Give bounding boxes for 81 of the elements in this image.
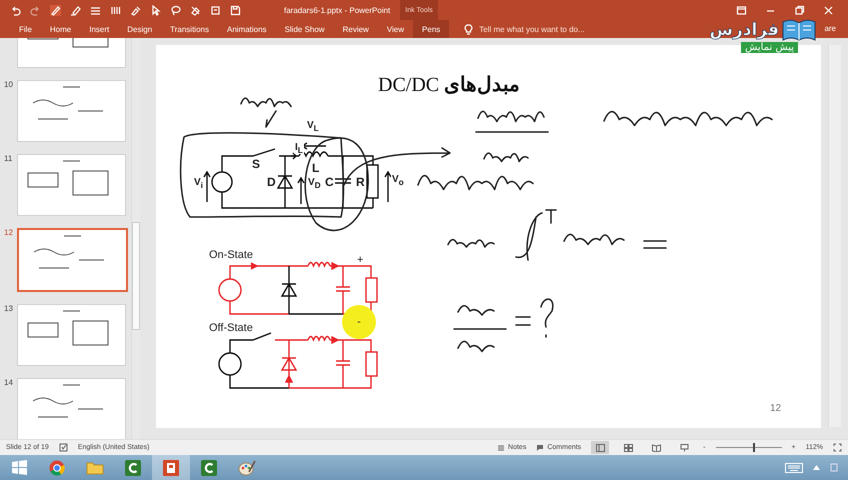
line-weight-icon[interactable] xyxy=(90,4,101,16)
circuit-label: V$_{L}$ xyxy=(306,121,320,132)
eraser-icon[interactable] xyxy=(190,4,201,16)
ribbon-tab[interactable]: Slide Show xyxy=(276,20,334,38)
close-icon[interactable] xyxy=(823,4,834,16)
ribbon-tab[interactable]: View xyxy=(378,20,414,38)
windows-logo-icon xyxy=(12,460,26,475)
circuit-label: V$_{o}$ xyxy=(391,175,405,186)
normal-view-icon xyxy=(596,444,605,452)
ribbon-tab[interactable]: Home xyxy=(40,20,80,38)
slide-thumbnail[interactable] xyxy=(17,80,126,142)
slide-number: 12 xyxy=(770,403,782,414)
ribbon-tab[interactable]: File xyxy=(10,20,41,38)
paint-palette-icon xyxy=(238,460,256,476)
circuit-label: R xyxy=(355,176,366,188)
ribbon-tab[interactable]: Review xyxy=(334,20,378,38)
circuit-label: D xyxy=(266,176,277,188)
polarity-sign: - xyxy=(357,316,361,328)
lasso-icon[interactable] xyxy=(170,4,181,16)
circuit-label: S xyxy=(251,158,262,170)
normal-view-button[interactable] xyxy=(591,441,610,454)
handwritten-equals-drawing xyxy=(643,240,667,249)
circuit-label: C xyxy=(324,176,335,188)
slide-number: 11 xyxy=(4,154,14,163)
share-label[interactable]: are xyxy=(824,24,836,33)
circuit-label: V$_{D}$ xyxy=(307,178,322,190)
brand-logo-text: فرادرس xyxy=(709,20,779,40)
scrollbar[interactable] xyxy=(131,38,140,439)
keyboard-icon[interactable] xyxy=(785,462,803,472)
recorder-icon xyxy=(201,460,217,476)
ink-color-icon[interactable] xyxy=(130,4,141,16)
circuit-label: L xyxy=(311,162,320,174)
browser-icon xyxy=(49,460,65,476)
recorder-icon xyxy=(125,460,141,476)
grid-icon xyxy=(624,444,633,452)
ribbon-tab[interactable]: Insert xyxy=(80,20,118,38)
pen-icon[interactable] xyxy=(50,4,61,16)
preview-badge: پیش نمایش xyxy=(741,42,798,53)
fit-to-window-icon[interactable] xyxy=(833,443,842,452)
handwritten-integral-drawing xyxy=(515,209,557,261)
state-label: On-State xyxy=(209,249,254,262)
slide-number: 14 xyxy=(4,378,14,387)
handwritten-note-drawing xyxy=(240,97,292,128)
comment-icon xyxy=(536,444,544,452)
circuit-label: V$_{i}$ xyxy=(193,178,204,190)
ribbon-display-icon[interactable] xyxy=(736,4,747,16)
presentation-app-icon xyxy=(163,460,179,476)
tell-me-field[interactable]: Tell me what you want to do... xyxy=(477,24,652,34)
book-logo-icon xyxy=(782,18,816,42)
highlighter-icon[interactable] xyxy=(70,4,81,16)
state-label: Off-State xyxy=(209,322,253,336)
handwritten-note-drawing xyxy=(447,238,495,248)
handwritten-note-drawing xyxy=(563,234,625,246)
window-title: faradars6-1.pptx - PowerPoint xyxy=(284,6,390,14)
ribbon-tab[interactable]: Transitions xyxy=(161,20,218,38)
slide-number: 13 xyxy=(4,304,14,313)
save-icon[interactable] xyxy=(230,4,241,16)
ribbon-tab[interactable]: Pens xyxy=(413,20,450,38)
slide-thumbnail[interactable] xyxy=(17,304,126,366)
undo-icon[interactable] xyxy=(10,4,21,16)
polarity-sign: + xyxy=(357,254,364,268)
ribbon-tab[interactable]: Animations xyxy=(218,20,276,38)
folder-icon xyxy=(86,460,104,475)
circuit-label: I$_{L}$ xyxy=(294,143,304,154)
slide-number: 12 xyxy=(4,228,14,237)
caret-icon[interactable] xyxy=(813,465,820,470)
spellcheck-icon[interactable] xyxy=(58,443,68,452)
slide-number: 10 xyxy=(4,80,14,89)
select-pointer-icon[interactable] xyxy=(150,4,161,16)
notes-icon xyxy=(497,444,506,452)
projector-screen-icon xyxy=(680,444,689,452)
restore-icon[interactable] xyxy=(794,4,805,16)
slide-thumbnail[interactable] xyxy=(17,378,126,439)
taskbar-app-button[interactable] xyxy=(152,455,190,480)
zoom-slider-thumb[interactable] xyxy=(753,443,756,452)
slide-thumbnail[interactable] xyxy=(17,228,128,292)
lightbulb-icon xyxy=(463,24,474,34)
slide-thumbnail[interactable] xyxy=(17,154,126,216)
book-icon xyxy=(652,444,661,452)
handwritten-note-drawing xyxy=(483,152,529,162)
ribbon-tab[interactable]: Design xyxy=(118,20,162,38)
